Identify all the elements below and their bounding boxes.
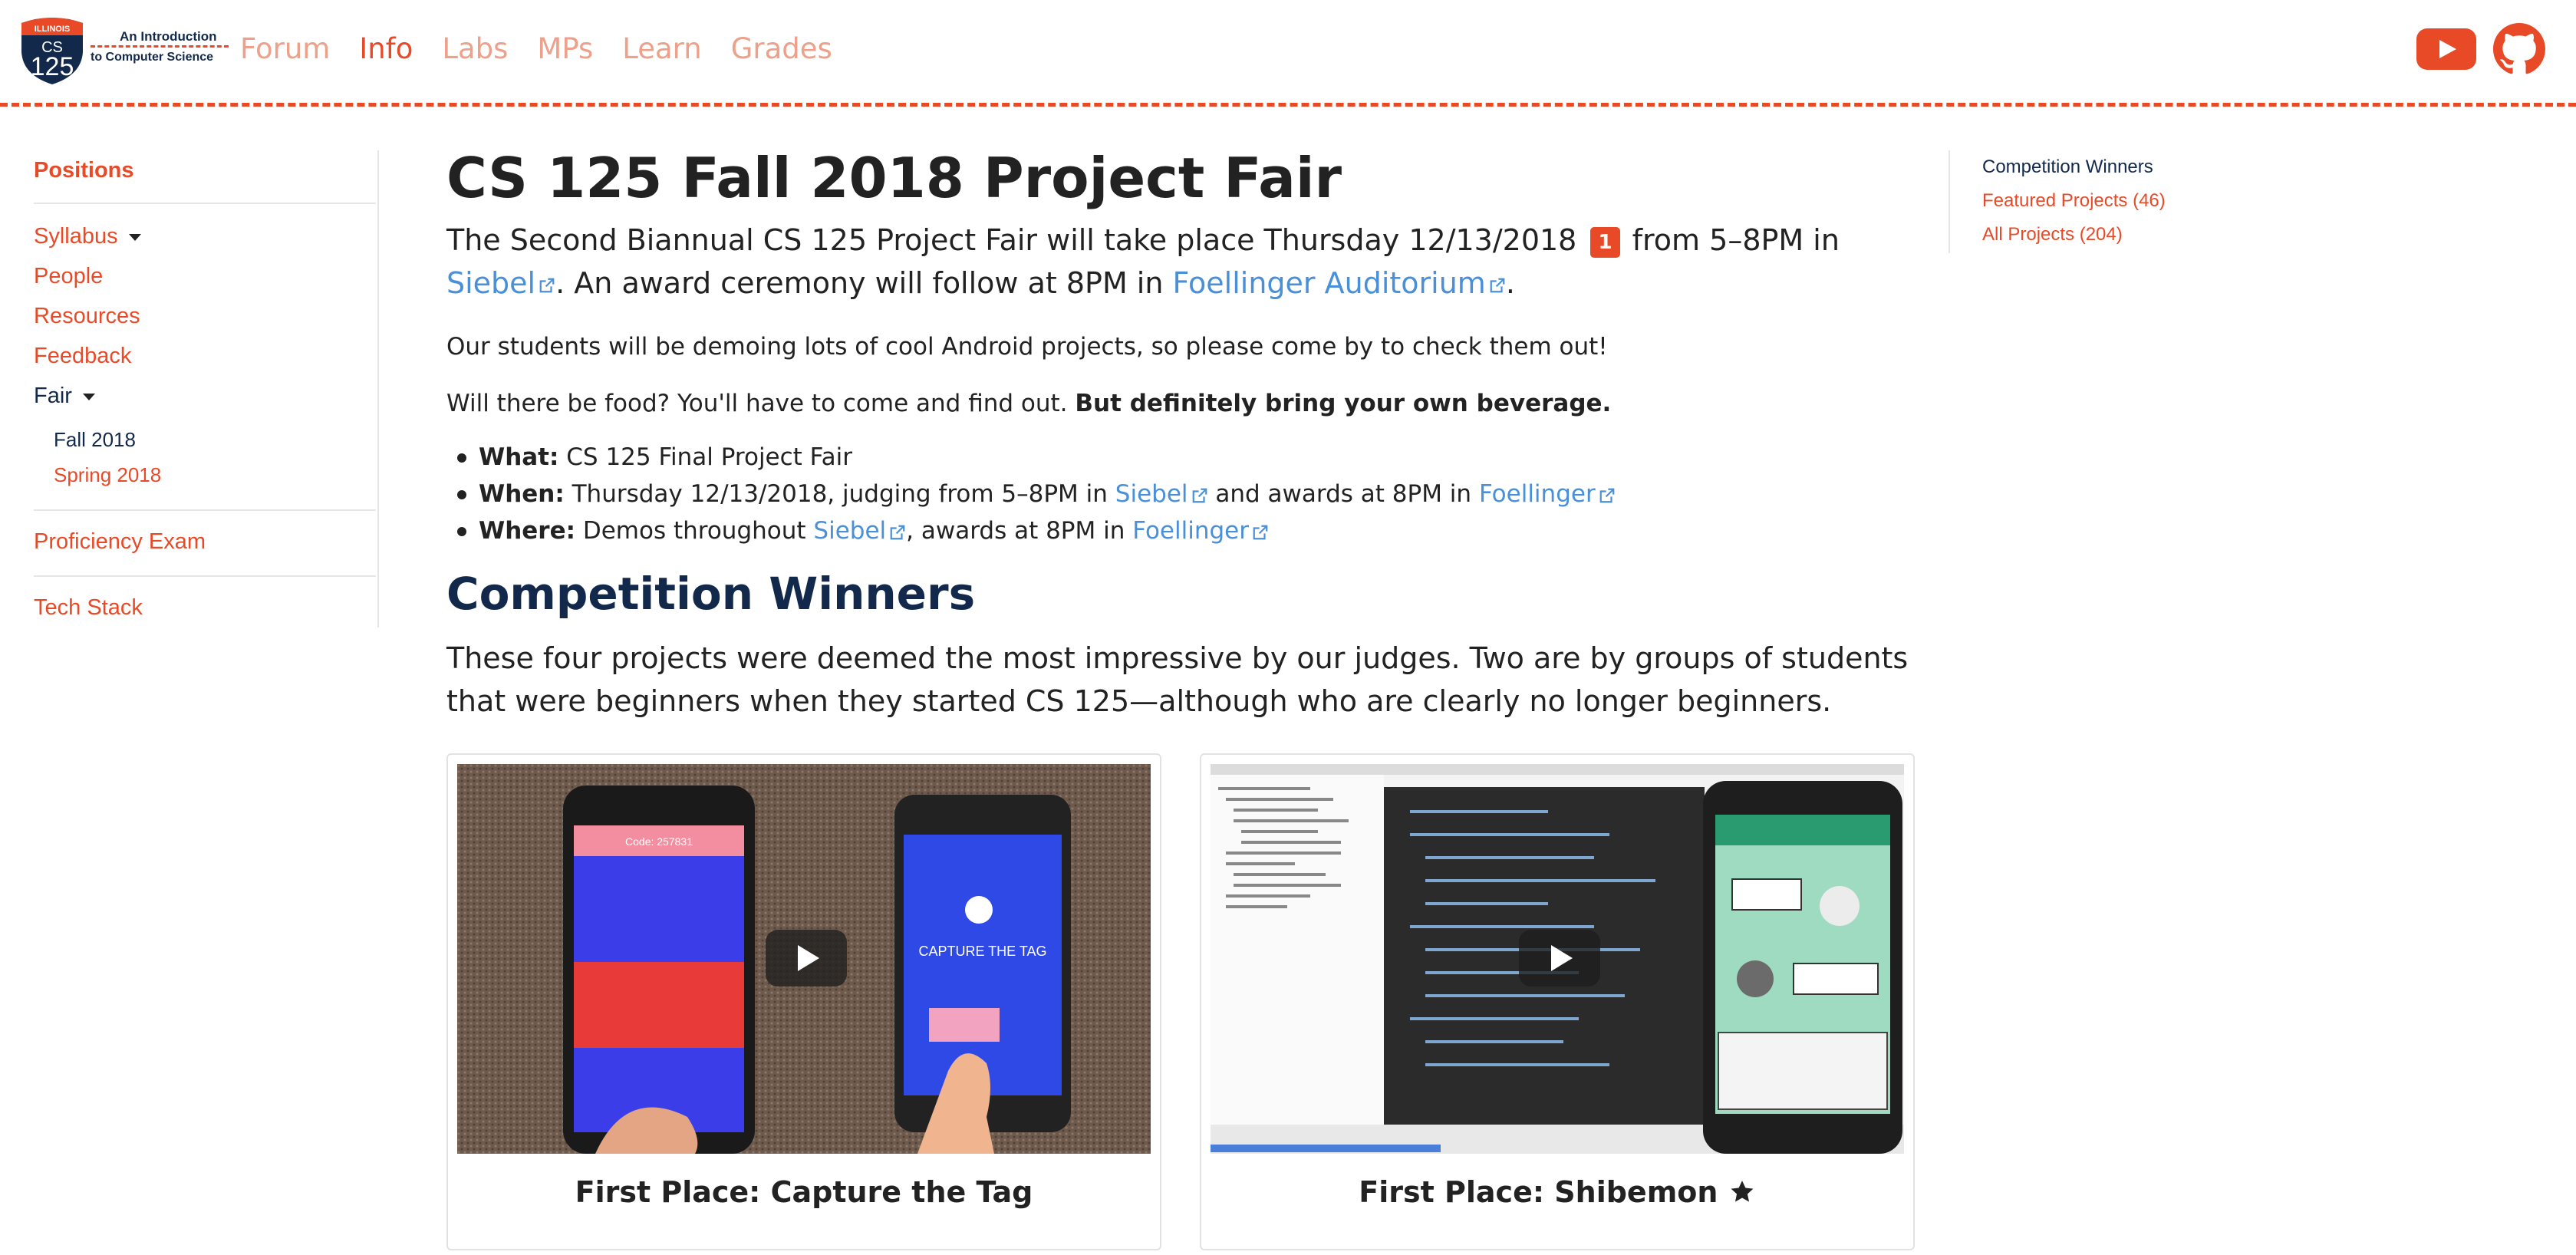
external-link-icon bbox=[1599, 488, 1615, 502]
winners-intro-paragraph: These four projects were deemed the most… bbox=[446, 641, 1909, 718]
card-caption[interactable]: First Place: Shibemon bbox=[1201, 1175, 1913, 1209]
sidebar-item-positions[interactable]: Positions bbox=[34, 158, 134, 183]
siebel-link[interactable]: Siebel bbox=[1115, 480, 1208, 508]
video-thumbnail[interactable]: Code: 257831 CAPTURE THE TAG bbox=[457, 764, 1151, 1154]
list-item: When: Thursday 12/13/2018, judging from … bbox=[457, 476, 1616, 512]
left-sidebar: Positions Syllabus People Resources Feed… bbox=[34, 150, 379, 628]
foellinger-auditorium-link[interactable]: Foellinger Auditorium bbox=[1173, 266, 1506, 300]
play-button-icon[interactable] bbox=[1519, 930, 1600, 987]
sidebar-item-tech-stack[interactable]: Tech Stack bbox=[34, 595, 143, 621]
nav-labs[interactable]: Labs bbox=[442, 32, 508, 65]
sidebar-divider bbox=[34, 203, 376, 204]
nav-learn[interactable]: Learn bbox=[622, 32, 701, 65]
play-button-icon[interactable] bbox=[766, 930, 847, 987]
sidebar-item-fall-2018[interactable]: Fall 2018 bbox=[54, 428, 136, 452]
nav-forum[interactable]: Forum bbox=[240, 32, 330, 65]
project-card-capture-the-tag[interactable]: Code: 257831 CAPTURE THE TAG First Place… bbox=[446, 753, 1161, 1250]
video-thumbnail[interactable] bbox=[1211, 764, 1904, 1154]
logo-text: An Introduction to Computer Science bbox=[91, 28, 229, 66]
top-navbar: ILLINOIS CS 125 An Introduction to Compu… bbox=[0, 0, 2576, 103]
svg-text:ILLINOIS: ILLINOIS bbox=[35, 25, 70, 34]
page-title: CS 125 Fall 2018 Project Fair bbox=[446, 146, 1342, 210]
cs125-logo[interactable]: ILLINOIS CS 125 An Introduction to Compu… bbox=[17, 14, 229, 91]
youtube-icon[interactable] bbox=[2416, 28, 2476, 70]
sidebar-item-syllabus[interactable]: Syllabus bbox=[34, 224, 141, 249]
sidebar-item-resources[interactable]: Resources bbox=[34, 304, 140, 329]
main-nav: Forum Info Labs MPs Learn Grades bbox=[240, 32, 861, 65]
external-link-icon bbox=[1192, 488, 1207, 502]
sidebar-item-label: Fair bbox=[34, 384, 72, 408]
toc-item-all-projects[interactable]: All Projects (204) bbox=[1982, 224, 2123, 245]
svg-text:Code: 257831: Code: 257831 bbox=[625, 835, 693, 848]
table-of-contents: Competition Winners Featured Projects (4… bbox=[1948, 150, 2257, 253]
sidebar-item-people[interactable]: People bbox=[34, 264, 103, 289]
github-icon[interactable] bbox=[2493, 23, 2545, 75]
sidebar-divider bbox=[34, 575, 376, 577]
interstate-shield-icon: ILLINOIS CS 125 bbox=[21, 18, 83, 84]
list-item: What: CS 125 Final Project Fair bbox=[457, 439, 1616, 476]
foellinger-link[interactable]: Foellinger bbox=[1479, 480, 1616, 508]
food-paragraph: Will there be food? You'll have to come … bbox=[446, 390, 1612, 417]
sidebar-item-proficiency-exam[interactable]: Proficiency Exam bbox=[34, 529, 206, 555]
event-details-list: What: CS 125 Final Project Fair When: Th… bbox=[457, 439, 1616, 549]
svg-text:CAPTURE THE TAG: CAPTURE THE TAG bbox=[918, 944, 1046, 959]
sidebar-item-spring-2018[interactable]: Spring 2018 bbox=[54, 463, 161, 487]
external-link-icon bbox=[1490, 278, 1505, 292]
nav-grades[interactable]: Grades bbox=[731, 32, 832, 65]
project-card-shibemon[interactable]: First Place: Shibemon bbox=[1200, 753, 1915, 1250]
siebel-link[interactable]: Siebel bbox=[813, 517, 906, 545]
header-divider bbox=[0, 103, 2576, 107]
sidebar-divider bbox=[34, 509, 376, 511]
external-link-icon bbox=[890, 525, 905, 539]
external-link-icon bbox=[539, 278, 555, 292]
lead-paragraph: The Second Biannual CS 125 Project Fair … bbox=[446, 223, 1840, 300]
toc-item-competition-winners[interactable]: Competition Winners bbox=[1982, 156, 2153, 178]
demo-paragraph: Our students will be demoing lots of coo… bbox=[446, 333, 1608, 361]
card-caption[interactable]: First Place: Capture the Tag bbox=[448, 1175, 1160, 1209]
nav-info[interactable]: Info bbox=[359, 32, 413, 65]
siebel-link[interactable]: Siebel bbox=[446, 266, 555, 300]
toc-item-featured-projects[interactable]: Featured Projects (46) bbox=[1982, 190, 2166, 212]
nav-mps[interactable]: MPs bbox=[537, 32, 593, 65]
sidebar-item-feedback[interactable]: Feedback bbox=[34, 344, 131, 369]
section-heading-competition-winners: Competition Winners bbox=[446, 568, 976, 620]
external-link-icon bbox=[1253, 525, 1268, 539]
sidebar-item-fair[interactable]: Fair bbox=[34, 384, 95, 409]
list-item: Where: Demos throughout Siebel, awards a… bbox=[457, 512, 1616, 549]
svg-text:125: 125 bbox=[31, 52, 74, 81]
caret-down-icon bbox=[82, 393, 95, 400]
footnote-badge[interactable]: 1 bbox=[1590, 226, 1620, 258]
star-icon bbox=[1731, 1181, 1754, 1202]
caret-down-icon bbox=[128, 233, 141, 241]
foellinger-link[interactable]: Foellinger bbox=[1132, 517, 1269, 545]
sidebar-item-label: Syllabus bbox=[34, 224, 118, 249]
